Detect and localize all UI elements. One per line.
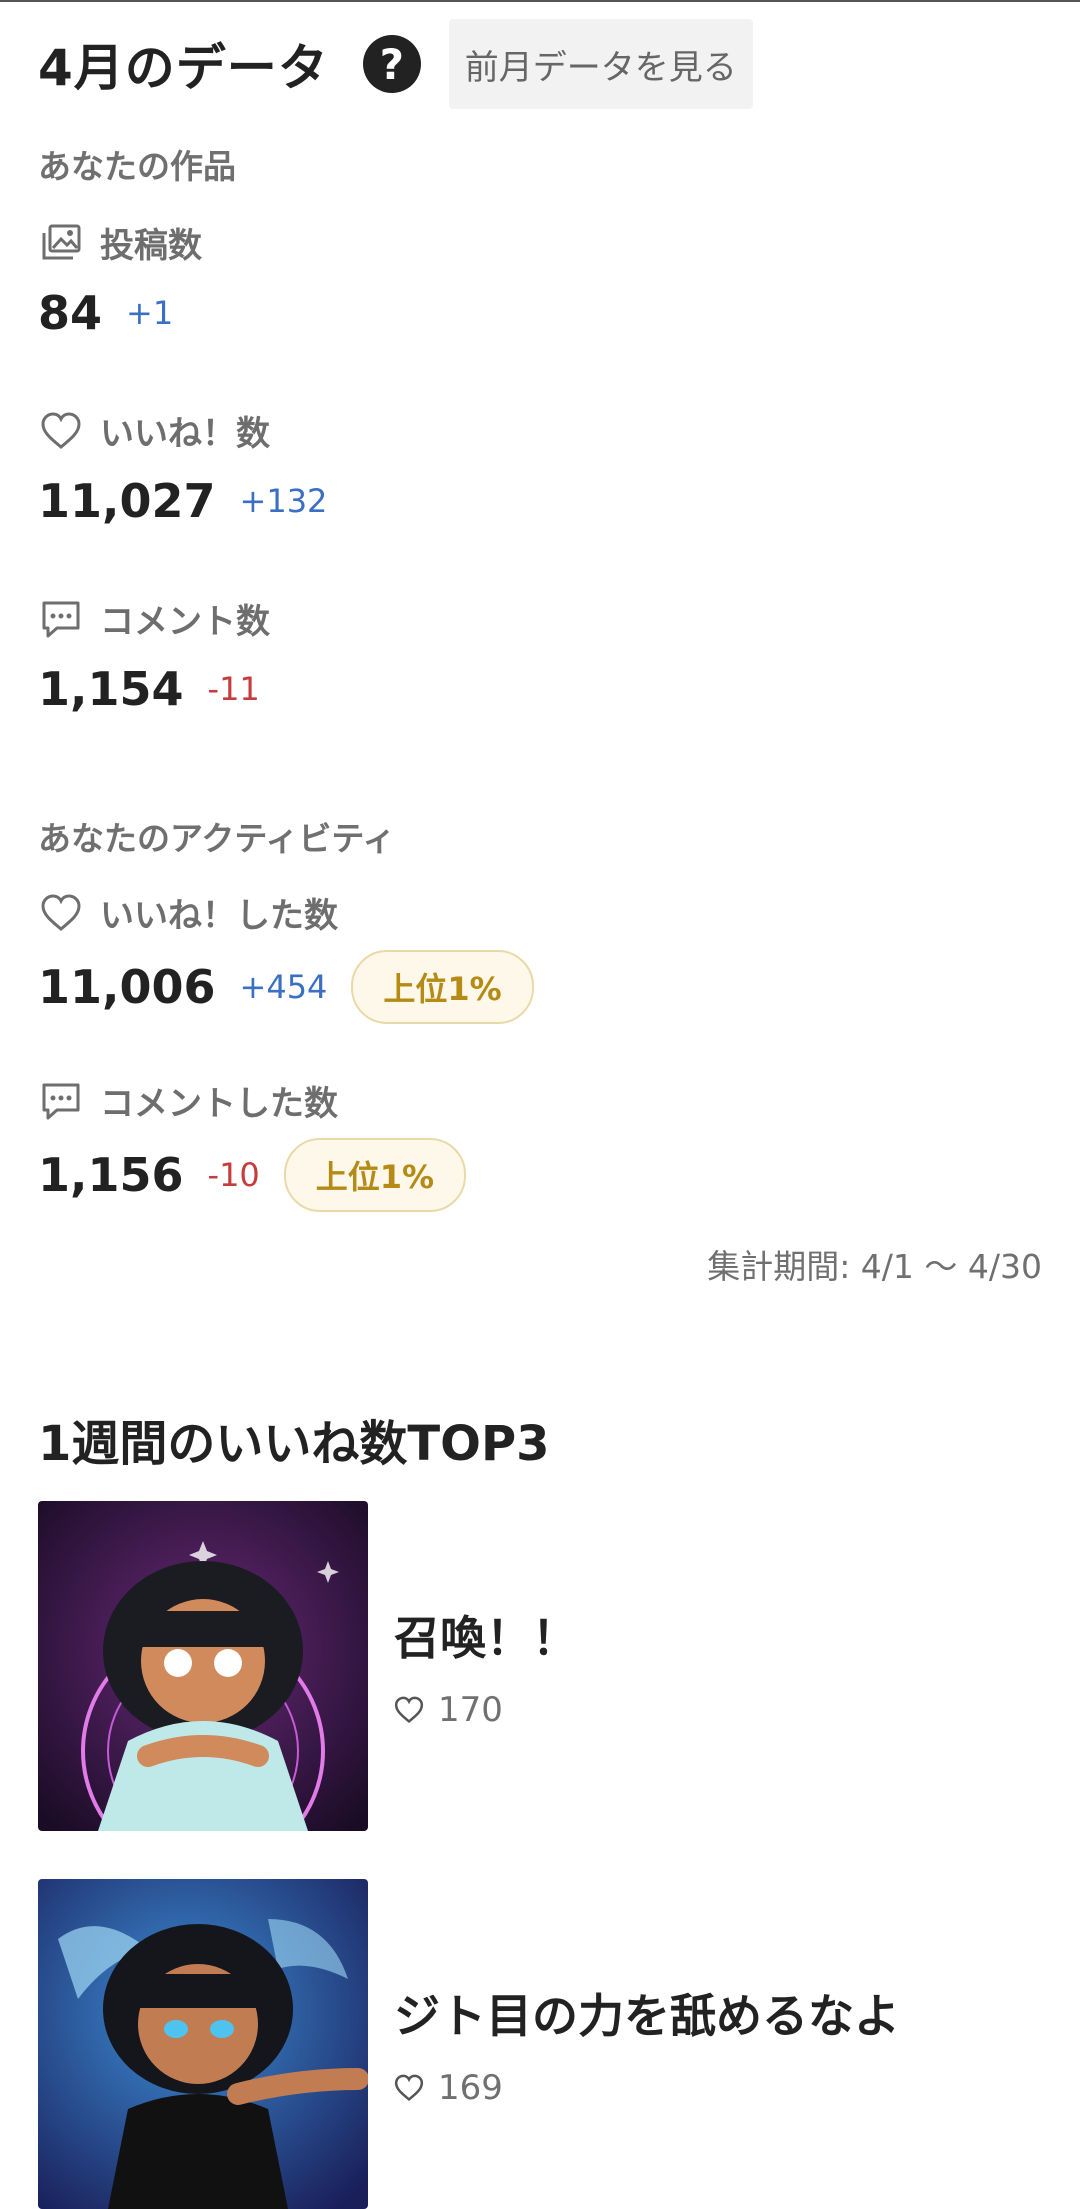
likes-delta: +132 [239, 482, 328, 520]
heart-icon [394, 1696, 424, 1724]
comments-label: コメント数 [38, 594, 270, 643]
posts-value: 84 [38, 286, 103, 340]
heart-icon [38, 890, 84, 936]
likes-value: 11,027 [38, 474, 216, 528]
liked-label-text: いいね！した数 [100, 896, 338, 936]
heart-icon [38, 408, 84, 454]
posts-label-text: 投稿数 [100, 226, 202, 266]
artwork-likes: 169 [394, 2068, 900, 2108]
likes-row: 11,027 +132 [38, 474, 327, 528]
commented-label-text: コメントした数 [100, 1084, 338, 1124]
artwork-likes-count: 170 [438, 1690, 503, 1730]
top3-title: 1週間のいいね数TOP3 [38, 1416, 550, 1472]
artwork-thumbnail[interactable] [38, 1501, 368, 1831]
likes-label-text: いいね！数 [100, 414, 270, 454]
images-icon [38, 220, 84, 266]
liked-value: 11,006 [38, 960, 216, 1014]
commented-delta: -10 [207, 1156, 260, 1194]
aggregation-period: 集計期間: 4/1 〜 4/30 [707, 1247, 1042, 1286]
activity-section-title: あなたのアクティビティ [38, 819, 396, 858]
liked-rank-badge: 上位1% [351, 950, 534, 1024]
help-icon[interactable]: ? [362, 35, 421, 93]
comment-icon [38, 596, 84, 642]
artwork-info: 召喚！！ 170 [394, 1602, 578, 1730]
artwork-likes-count: 169 [438, 2068, 503, 2108]
top3-item[interactable]: ジト目の力を舐めるなよ 169 [38, 1879, 1048, 2209]
comments-value: 1,154 [38, 662, 184, 716]
likes-label: いいね！数 [38, 406, 270, 455]
commented-row: 1,156 -10 上位1% [38, 1138, 467, 1212]
posts-delta: +1 [126, 294, 174, 332]
posts-label: 投稿数 [38, 218, 202, 267]
comments-row: 1,154 -11 [38, 662, 260, 716]
commented-label: コメントした数 [38, 1076, 338, 1125]
artwork-title[interactable]: 召喚！！ [394, 1602, 578, 1668]
comment-icon [38, 1078, 84, 1124]
artwork-thumbnail[interactable] [38, 1879, 368, 2209]
header: 4月のデータ ? 前月データを見る [38, 18, 753, 110]
comments-label-text: コメント数 [100, 602, 270, 642]
artwork-likes: 170 [394, 1690, 578, 1730]
liked-label: いいね！した数 [38, 888, 338, 937]
artwork-title[interactable]: ジト目の力を舐めるなよ [394, 1980, 900, 2046]
liked-row: 11,006 +454 上位1% [38, 950, 534, 1024]
comments-delta: -11 [207, 670, 260, 708]
works-section-title: あなたの作品 [38, 147, 236, 186]
top3-item[interactable]: 召喚！！ 170 [38, 1501, 1048, 1831]
heart-icon [394, 2074, 424, 2102]
page-title: 4月のデータ [38, 39, 329, 97]
commented-rank-badge: 上位1% [283, 1138, 467, 1212]
top-border [0, 0, 1080, 2]
posts-row: 84 +1 [38, 286, 173, 340]
previous-month-button[interactable]: 前月データを見る [448, 19, 753, 109]
artwork-info: ジト目の力を舐めるなよ 169 [394, 1980, 900, 2108]
liked-delta: +454 [239, 968, 328, 1006]
commented-value: 1,156 [38, 1148, 184, 1202]
